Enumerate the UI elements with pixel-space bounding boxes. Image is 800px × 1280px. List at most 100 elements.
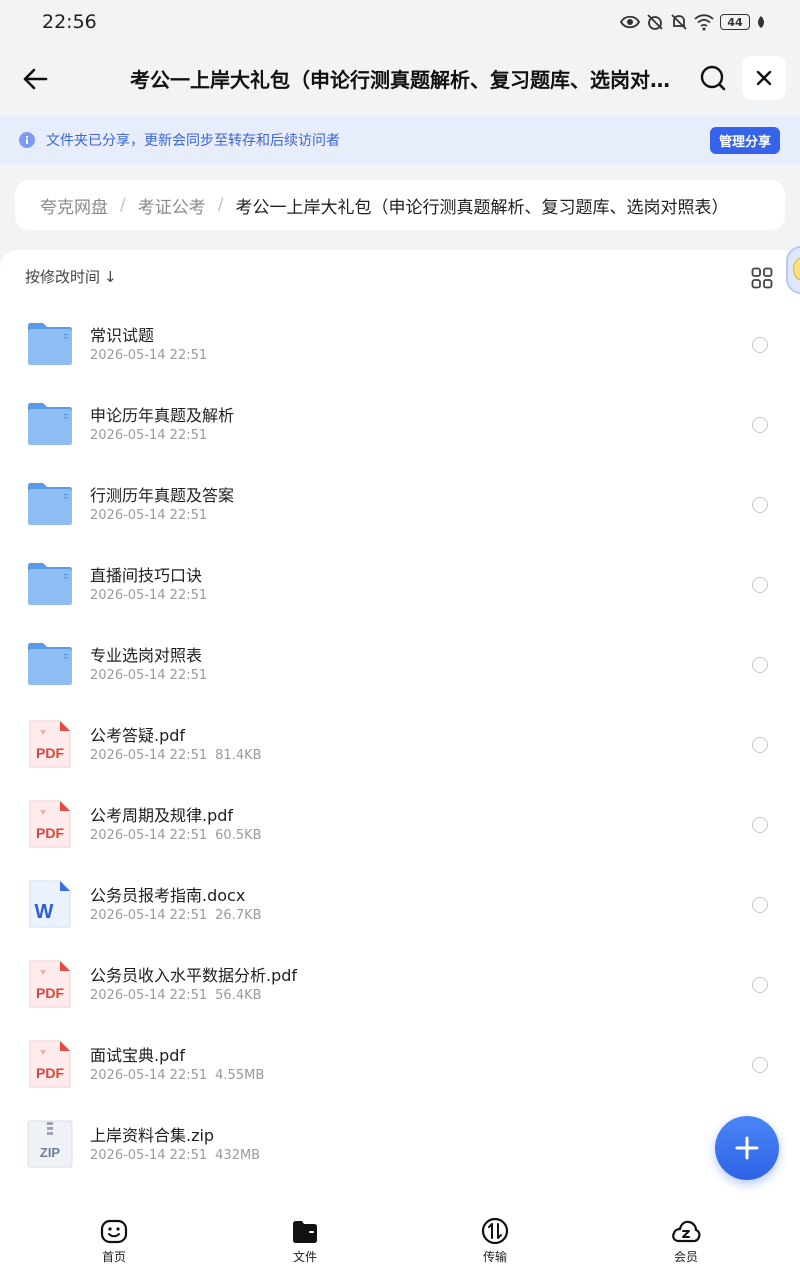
share-banner: 文件夹已分享，更新会同步至转存和后续访问者 管理分享 bbox=[0, 115, 800, 165]
file-size: 432MB bbox=[215, 1148, 261, 1163]
file-name: 面试宝典.pdf bbox=[90, 1046, 186, 1065]
file-name: 专业选岗对照表 bbox=[90, 646, 203, 665]
file-meta: 2026-05-14 22:51 81.4KB bbox=[90, 748, 262, 763]
nav-home[interactable]: 首页 bbox=[74, 1216, 154, 1265]
nav-vip[interactable]: 会员 bbox=[646, 1216, 726, 1265]
pdf-file-icon: PDF bbox=[26, 720, 74, 768]
file-row[interactable]: PDF 公考答疑.pdf 2026-05-14 22:51 81.4KB bbox=[0, 695, 800, 775]
alarm-off-icon bbox=[647, 14, 663, 30]
file-date: 2026-05-14 22:51 bbox=[90, 988, 208, 1003]
close-button[interactable] bbox=[742, 56, 786, 100]
file-size: 81.4KB bbox=[215, 748, 262, 763]
breadcrumb-item-current: 考公一上岸大礼包（申论行测真题解析、复习题库、选岗对照表） bbox=[235, 197, 729, 218]
plus-icon bbox=[735, 1136, 759, 1160]
pdf-file-icon: PDF bbox=[26, 1040, 74, 1088]
nav-transfer[interactable]: 传输 bbox=[455, 1216, 535, 1265]
svg-text:PDF: PDF bbox=[36, 825, 64, 841]
manage-share-button[interactable]: 管理分享 bbox=[710, 127, 780, 154]
file-row[interactable]: ZIP 上岸资料合集.zip 2026-05-14 22:51 432MB bbox=[0, 1095, 800, 1175]
nav-label: 传输 bbox=[482, 1250, 507, 1264]
add-button[interactable] bbox=[715, 1116, 779, 1180]
docx-file-icon: W bbox=[26, 880, 74, 928]
file-meta: 2026-05-14 22:51 bbox=[90, 588, 215, 603]
top-header: 考公一上岸大礼包（申论行测真题解析、复习题库、选岗对照表） bbox=[0, 44, 800, 114]
file-date: 2026-05-14 22:51 bbox=[90, 1068, 208, 1083]
file-meta: 2026-05-14 22:51 bbox=[90, 508, 215, 523]
breadcrumb-item-root[interactable]: 夸克网盘 bbox=[40, 193, 108, 218]
file-list: 常识试题 2026-05-14 22:51 申论历年真题及解析 2026-05-… bbox=[0, 295, 800, 1175]
grid-view-icon[interactable] bbox=[751, 267, 773, 289]
select-radio[interactable] bbox=[752, 497, 768, 513]
arrow-left-icon bbox=[23, 68, 48, 90]
file-row[interactable]: 行测历年真题及答案 2026-05-14 22:51 bbox=[0, 455, 800, 535]
wifi-icon bbox=[694, 14, 714, 31]
file-size: 26.7KB bbox=[215, 908, 262, 923]
file-date: 2026-05-14 22:51 bbox=[90, 508, 208, 523]
svg-text:PDF: PDF bbox=[36, 1065, 64, 1081]
mute-bell-icon bbox=[671, 14, 687, 30]
select-radio[interactable] bbox=[752, 817, 768, 833]
search-icon bbox=[700, 65, 726, 91]
file-name: 公考答疑.pdf bbox=[90, 726, 186, 745]
folder-icon bbox=[26, 320, 74, 368]
select-radio[interactable] bbox=[752, 1057, 768, 1073]
file-date: 2026-05-14 22:51 bbox=[90, 1148, 208, 1163]
select-radio[interactable] bbox=[752, 657, 768, 673]
back-button[interactable] bbox=[18, 62, 52, 96]
select-radio[interactable] bbox=[752, 577, 768, 593]
file-row[interactable]: PDF 公考周期及规律.pdf 2026-05-14 22:51 60.5KB bbox=[0, 775, 800, 855]
file-meta: 2026-05-14 22:51 bbox=[90, 348, 215, 363]
select-radio[interactable] bbox=[752, 897, 768, 913]
file-name: 公务员报考指南.docx bbox=[90, 886, 246, 905]
bottom-nav: 首页 文件 传输 会员 bbox=[0, 1200, 800, 1280]
file-row[interactable]: PDF 公务员收入水平数据分析.pdf 2026-05-14 22:51 56.4… bbox=[0, 935, 800, 1015]
floating-assistant-button[interactable] bbox=[786, 246, 800, 294]
file-row[interactable]: 申论历年真题及解析 2026-05-14 22:51 bbox=[0, 375, 800, 455]
eye-icon bbox=[620, 15, 640, 29]
vip-cloud-icon bbox=[672, 1220, 701, 1243]
file-row[interactable]: W 公务员报考指南.docx 2026-05-14 22:51 26.7KB bbox=[0, 855, 800, 935]
sort-button[interactable]: 按修改时间 ↓ bbox=[25, 266, 117, 287]
status-icons: 44 bbox=[620, 12, 766, 32]
file-meta: 2026-05-14 22:51 26.7KB bbox=[90, 908, 262, 923]
file-size: 60.5KB bbox=[215, 828, 262, 843]
leaf-icon bbox=[758, 16, 764, 28]
file-meta: 2026-05-14 22:51 bbox=[90, 428, 215, 443]
svg-text:PDF: PDF bbox=[36, 745, 64, 761]
breadcrumb-item-category[interactable]: 考证公考 bbox=[138, 193, 206, 218]
nav-label: 会员 bbox=[673, 1250, 698, 1264]
select-radio[interactable] bbox=[752, 737, 768, 753]
file-name: 申论历年真题及解析 bbox=[90, 406, 235, 425]
sort-label: 按修改时间 bbox=[25, 268, 101, 286]
zip-file-icon: ZIP bbox=[26, 1120, 74, 1168]
status-time: 22:56 bbox=[42, 11, 97, 33]
file-meta: 2026-05-14 22:51 60.5KB bbox=[90, 828, 262, 843]
assistant-avatar-icon bbox=[793, 256, 800, 282]
breadcrumb-separator: / bbox=[120, 195, 126, 215]
nav-files[interactable]: 文件 bbox=[265, 1216, 345, 1265]
select-radio[interactable] bbox=[752, 417, 768, 433]
battery-indicator: 44 bbox=[720, 14, 750, 30]
file-row[interactable]: 常识试题 2026-05-14 22:51 bbox=[0, 295, 800, 375]
file-size: 56.4KB bbox=[215, 988, 262, 1003]
sort-arrow-icon: ↓ bbox=[104, 267, 117, 286]
file-list-panel: 按修改时间 ↓ 常识试题 2026-05-14 22:51 申论历年真题及解析 … bbox=[0, 250, 800, 1280]
file-meta: 2026-05-14 22:51 bbox=[90, 668, 215, 683]
file-row[interactable]: PDF 面试宝典.pdf 2026-05-14 22:51 4.55MB bbox=[0, 1015, 800, 1095]
select-radio[interactable] bbox=[752, 337, 768, 353]
file-row[interactable]: 直播间技巧口诀 2026-05-14 22:51 bbox=[0, 535, 800, 615]
file-date: 2026-05-14 22:51 bbox=[90, 428, 208, 443]
file-row[interactable]: 专业选岗对照表 2026-05-14 22:51 bbox=[0, 615, 800, 695]
file-name: 行测历年真题及答案 bbox=[90, 486, 235, 505]
svg-text:W: W bbox=[35, 901, 54, 923]
folder-icon bbox=[26, 640, 74, 688]
file-date: 2026-05-14 22:51 bbox=[90, 828, 208, 843]
close-icon bbox=[756, 70, 772, 86]
page-title: 考公一上岸大礼包（申论行测真题解析、复习题库、选岗对照表） bbox=[130, 68, 675, 92]
folder-icon bbox=[26, 560, 74, 608]
home-face-icon bbox=[100, 1219, 128, 1244]
status-bar: 22:56 44 bbox=[0, 0, 800, 44]
select-radio[interactable] bbox=[752, 977, 768, 993]
search-button[interactable] bbox=[696, 61, 730, 95]
file-meta: 2026-05-14 22:51 56.4KB bbox=[90, 988, 262, 1003]
